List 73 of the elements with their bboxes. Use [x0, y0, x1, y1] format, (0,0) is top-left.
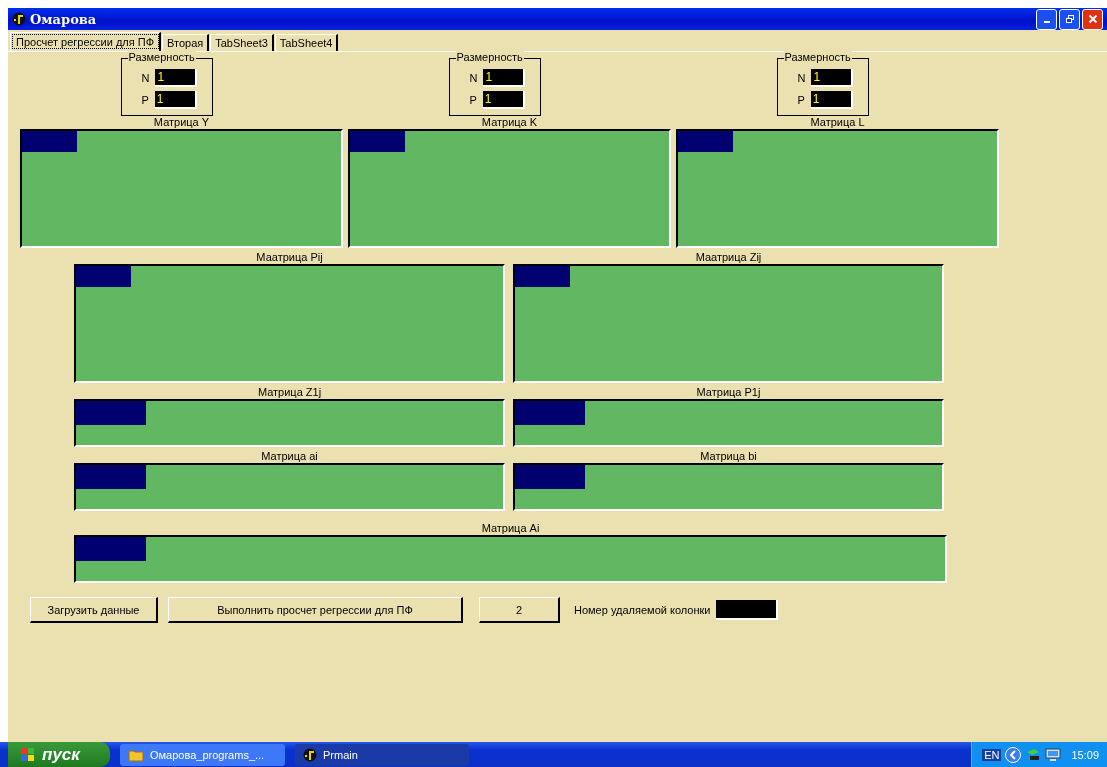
group-title: Размерность	[127, 51, 196, 63]
close-button[interactable]	[1082, 8, 1103, 30]
selected-cell[interactable]	[76, 266, 131, 287]
matrix-grid[interactable]	[676, 129, 999, 248]
matrix-grid[interactable]	[74, 399, 505, 447]
taskbar-button[interactable]: Омарова_programs_...	[120, 743, 285, 766]
input-field[interactable]: 1	[810, 91, 853, 109]
selected-cell[interactable]	[76, 401, 146, 425]
selected-cell[interactable]	[76, 465, 146, 489]
group-title: Размерность	[455, 51, 524, 63]
input-field[interactable]: 1	[155, 69, 198, 87]
folder-icon	[128, 747, 144, 762]
matrix-grid[interactable]	[348, 129, 671, 248]
clock: 15:09	[1071, 748, 1099, 761]
minimize-icon	[1043, 21, 1050, 23]
input-field[interactable]: 1	[483, 69, 526, 87]
load-data-button[interactable]: Загрузить данные	[30, 597, 158, 623]
monitor-icon[interactable]	[1045, 746, 1062, 763]
matrix-grid[interactable]	[74, 535, 947, 583]
matrix-label: Матрица K	[481, 116, 538, 129]
input-field[interactable]: 1	[482, 91, 525, 109]
number-button[interactable]: 2	[479, 597, 560, 623]
selected-cell[interactable]	[515, 266, 570, 287]
matrix-grid[interactable]	[74, 463, 505, 511]
field-label: P	[469, 94, 477, 106]
language-indicator[interactable]: EN	[982, 748, 1002, 761]
tab[interactable]: Вторая	[162, 34, 210, 51]
tab[interactable]: TabSheet4	[274, 34, 339, 51]
tab[interactable]: TabSheet3	[210, 34, 274, 51]
selected-cell[interactable]	[350, 131, 405, 152]
run-regression-button[interactable]: Выполнить просчет регрессии для ПФ	[168, 597, 463, 623]
matrix-grid[interactable]	[20, 129, 343, 248]
window-title: Омарова	[30, 11, 97, 27]
field-label: Номер удаляемой колонки	[574, 604, 711, 616]
chevron-left-icon[interactable]	[1005, 746, 1022, 763]
matrix-label: Матрица Z1j	[256, 386, 323, 399]
matrix-label: Маатрица Zij	[694, 251, 763, 264]
restore-icon	[1064, 14, 1075, 24]
input-field[interactable]: 1	[811, 69, 854, 87]
selected-cell[interactable]	[22, 131, 77, 152]
matrix-grid[interactable]	[513, 264, 944, 383]
matrix-label: Матрица L	[810, 116, 865, 129]
taskbar-button[interactable]: Prmain	[295, 743, 469, 766]
field-label: P	[141, 94, 149, 106]
matrix-label: Матрица Ai	[480, 522, 541, 535]
field-label: N	[141, 72, 150, 84]
matrix-grid[interactable]	[74, 264, 505, 383]
start-button[interactable]: пуск	[8, 742, 110, 767]
selected-cell[interactable]	[515, 401, 585, 425]
matrix-grid[interactable]	[513, 463, 944, 511]
matrix-label: Матрица P1j	[695, 386, 762, 399]
minimize-button[interactable]	[1036, 8, 1057, 30]
selected-cell[interactable]	[678, 131, 733, 152]
matrix-grid[interactable]	[513, 399, 944, 447]
selected-cell[interactable]	[76, 537, 146, 561]
selected-cell[interactable]	[515, 465, 585, 489]
matrix-label: Маатрица Pij	[255, 251, 324, 264]
input-field[interactable]: 1	[154, 91, 197, 109]
windows-flag-icon	[20, 746, 36, 763]
app-icon	[12, 12, 26, 26]
app-icon	[303, 747, 317, 762]
restore-button[interactable]	[1059, 8, 1080, 30]
field-label: P	[797, 94, 805, 106]
tab[interactable]: Просчет регрессии для ПФ	[10, 32, 162, 51]
close-icon	[1087, 14, 1098, 24]
network-icon[interactable]	[1025, 746, 1042, 763]
matrix-label: Матрица Y	[153, 116, 210, 129]
matrix-label: Матрица bi	[699, 450, 758, 463]
field-label: N	[469, 72, 478, 84]
group-title: Размерность	[783, 51, 852, 63]
field-label: N	[797, 72, 806, 84]
input-field[interactable]	[716, 600, 779, 620]
matrix-label: Матрица ai	[260, 450, 319, 463]
